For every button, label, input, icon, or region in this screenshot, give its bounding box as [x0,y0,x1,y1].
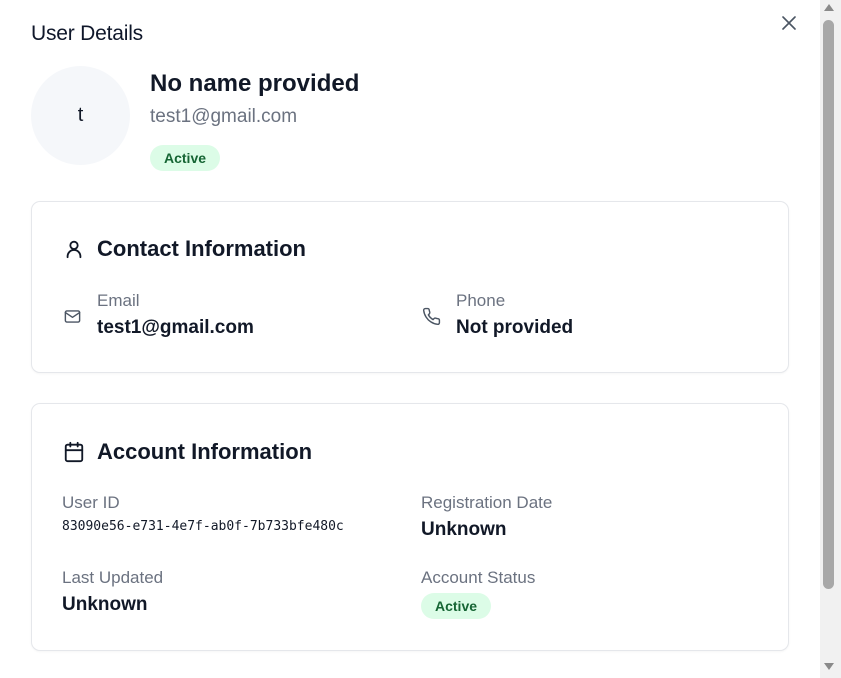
user-name: No name provided [150,70,360,97]
scroll-down-arrow-icon[interactable] [824,663,834,670]
avatar-initial: t [77,104,84,126]
phone-value: Not provided [456,317,574,338]
phone-icon [421,306,441,326]
email-value: test1@gmail.com [97,317,254,338]
email-field: Email test1@gmail.com [97,291,254,339]
account-status-label: Account Status [421,568,536,587]
user-id-label: User ID [62,493,120,512]
last-updated-value: Unknown [62,594,148,615]
last-updated-label: Last Updated [62,568,164,587]
contact-card-header: Contact Information [62,236,306,262]
user-id-field: User ID 83090e56-e731-4e7f-ab0f-7b733bfe… [62,493,344,534]
avatar: t [31,66,130,165]
registration-date-value: Unknown [421,519,507,540]
account-status-badge: Active [421,593,492,619]
last-updated-field: Last Updated Unknown [62,568,163,616]
account-information-card: Account Information User ID 83090e56-e73… [31,403,789,651]
dialog-title: User Details [31,22,143,45]
close-button[interactable] [778,12,800,34]
registration-date-label: Registration Date [421,493,553,512]
mail-icon [62,306,82,326]
user-details-dialog: User Details t No name provided test1@gm… [0,0,820,678]
contact-card-title: Contact Information [97,236,306,261]
scroll-up-arrow-icon[interactable] [824,4,834,11]
user-id-value: 83090e56-e731-4e7f-ab0f-7b733bfe480c [62,519,344,534]
scrollbar-thumb[interactable] [823,20,834,589]
calendar-icon [62,440,86,464]
contact-information-card: Contact Information Email test1@gmail.co… [31,201,789,373]
close-icon [782,16,796,30]
user-icon [62,237,86,261]
phone-field: Phone Not provided [456,291,573,339]
phone-label: Phone [456,291,506,310]
account-card-title: Account Information [97,439,313,464]
email-label: Email [97,291,140,310]
user-email: test1@gmail.com [150,106,298,127]
account-status-field: Account Status Active [421,568,535,619]
registration-date-field: Registration Date Unknown [421,493,552,541]
account-card-header: Account Information [62,439,312,465]
status-badge: Active [150,145,221,171]
scrollbar[interactable] [820,0,841,678]
